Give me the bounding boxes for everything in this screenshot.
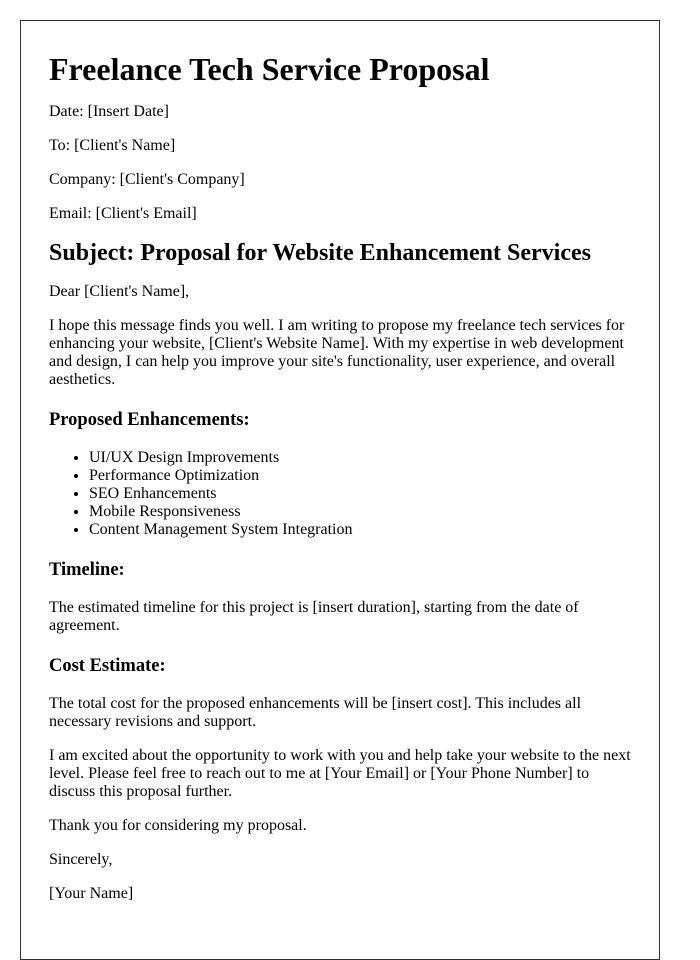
document-title: Freelance Tech Service Proposal [49, 51, 490, 87]
list-item: Performance Optimization [89, 467, 639, 485]
cost-heading: Cost Estimate: [49, 656, 166, 676]
signature: [Your Name] [49, 885, 134, 902]
letter-body: Date: [Insert Date] To: [Client's Name] … [49, 103, 639, 919]
letter-container: Freelance Tech Service Proposal Date: [I… [20, 20, 660, 960]
timeline-text: The estimated timeline for this project … [49, 599, 579, 634]
email-field: Email: [Client's Email] [49, 205, 197, 222]
timeline-heading: Timeline: [49, 560, 125, 580]
salutation: Dear [Client's Name], [49, 283, 190, 300]
enhancements-heading: Proposed Enhancements: [49, 410, 250, 430]
list-item: Content Management System Integration [89, 521, 639, 539]
signoff: Sincerely, [49, 851, 113, 868]
enhancements-list: UI/UX Design Improvements Performance Op… [49, 449, 639, 539]
thanks-line: Thank you for considering my proposal. [49, 817, 307, 834]
list-item: UI/UX Design Improvements [89, 449, 639, 467]
date-field: Date: [Insert Date] [49, 103, 169, 120]
recipient-field: To: [Client's Name] [49, 137, 176, 154]
closing-paragraph: I am excited about the opportunity to wo… [49, 747, 631, 800]
cost-text: The total cost for the proposed enhancem… [49, 695, 582, 730]
list-item: Mobile Responsiveness [89, 503, 639, 521]
list-item: SEO Enhancements [89, 485, 639, 503]
intro-paragraph: I hope this message finds you well. I am… [49, 317, 625, 388]
subject-heading: Subject: Proposal for Website Enhancemen… [49, 240, 591, 266]
company-field: Company: [Client's Company] [49, 171, 245, 188]
